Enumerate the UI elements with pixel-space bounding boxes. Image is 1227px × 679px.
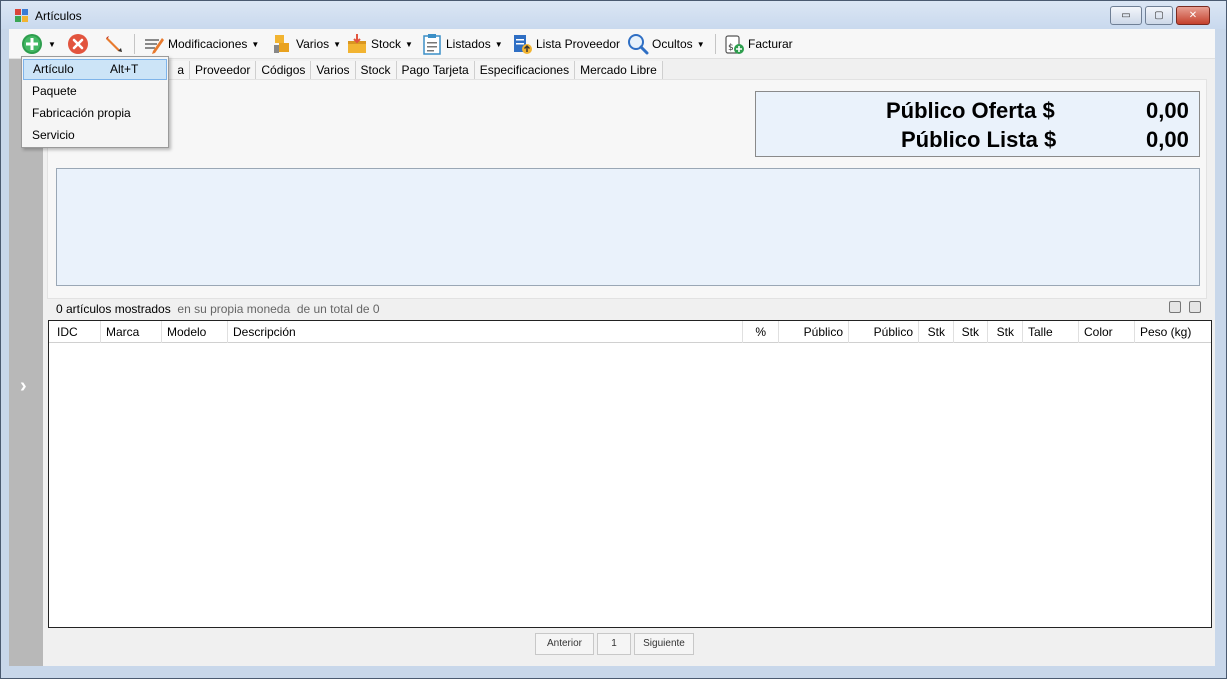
chevron-right-icon[interactable]: › bbox=[20, 375, 27, 398]
ocultos-label: Ocultos bbox=[652, 37, 693, 51]
next-page-button[interactable]: Siguiente bbox=[634, 633, 694, 655]
col-stk-1[interactable]: Stk bbox=[919, 321, 954, 343]
pencil-icon bbox=[106, 36, 122, 52]
total-text: de un total de 0 bbox=[296, 302, 380, 316]
export-icon[interactable] bbox=[1169, 301, 1181, 313]
collapse-side-panel[interactable]: › bbox=[9, 59, 43, 666]
chevron-down-icon: ▼ bbox=[696, 39, 705, 49]
clipboard-icon bbox=[423, 34, 441, 55]
articulos-window: Artículos ▭ ▢ ✕ ▼ Modificaciones ▼ Vario… bbox=[0, 0, 1227, 679]
chevron-down-icon: ▼ bbox=[251, 39, 260, 49]
listados-label: Listados bbox=[446, 37, 491, 51]
col-marca[interactable]: Marca bbox=[101, 321, 162, 343]
window-title: Artículos bbox=[35, 9, 82, 23]
svg-text:$: $ bbox=[728, 43, 734, 53]
toolbar-separator bbox=[715, 34, 716, 54]
document-upload-icon bbox=[514, 35, 532, 54]
menu-item-fabricacion-propia[interactable]: Fabricación propia bbox=[23, 103, 167, 124]
varios-label: Varios bbox=[296, 37, 330, 51]
delete-button[interactable] bbox=[67, 32, 92, 56]
col-idc[interactable]: IDC bbox=[49, 321, 101, 343]
stock-menu[interactable]: Stock ▼ bbox=[346, 32, 413, 56]
menu-item-label: Servicio bbox=[32, 128, 75, 142]
invoice-icon: $ bbox=[725, 35, 744, 54]
articles-count: 0 artículos mostrados en su propia moned… bbox=[56, 302, 380, 316]
col-publico-2[interactable]: Público bbox=[849, 321, 919, 343]
tab-especificaciones[interactable]: Especificaciones bbox=[474, 61, 576, 79]
add-dropdown-menu: Artículo Alt+T Paquete Fabricación propi… bbox=[21, 56, 169, 148]
menu-item-label: Paquete bbox=[32, 84, 77, 98]
col-modelo[interactable]: Modelo bbox=[162, 321, 228, 343]
chevron-down-icon: ▼ bbox=[494, 39, 503, 49]
menu-item-label: Fabricación propia bbox=[32, 106, 131, 120]
print-icon[interactable] bbox=[1189, 301, 1201, 313]
lista-label: Público Lista $ bbox=[901, 127, 1057, 152]
tab-codigos[interactable]: Códigos bbox=[256, 61, 312, 79]
stock-box-icon bbox=[348, 34, 366, 53]
chevron-down-icon: ▼ bbox=[48, 39, 56, 49]
description-panel bbox=[56, 168, 1200, 286]
lista-proveedor-label: Lista Proveedor bbox=[536, 37, 621, 51]
facturar-button[interactable]: $ Facturar bbox=[723, 32, 793, 56]
chevron-down-icon: ▼ bbox=[405, 39, 413, 49]
stock-label: Stock bbox=[371, 37, 402, 51]
listados-menu[interactable]: Listados ▼ bbox=[421, 32, 503, 56]
col-talle[interactable]: Talle bbox=[1023, 321, 1079, 343]
client-area: ▼ Modificaciones ▼ Varios ▼ Stock ▼ List… bbox=[9, 29, 1215, 666]
prev-page-button[interactable]: Anterior bbox=[535, 633, 594, 655]
minimize-button[interactable]: ▭ bbox=[1110, 6, 1142, 25]
maximize-button[interactable]: ▢ bbox=[1145, 6, 1173, 25]
edit-button[interactable] bbox=[103, 32, 128, 56]
col-publico-1[interactable]: Público bbox=[779, 321, 849, 343]
menu-item-paquete[interactable]: Paquete bbox=[23, 81, 167, 102]
varios-menu[interactable]: Varios ▼ bbox=[271, 32, 341, 56]
cancel-icon bbox=[68, 34, 88, 54]
tab-stock[interactable]: Stock bbox=[355, 61, 397, 79]
lista-proveedor-button[interactable]: Lista Proveedor bbox=[511, 32, 620, 56]
col-stk-3[interactable]: Stk bbox=[988, 321, 1023, 343]
tab-varios[interactable]: Varios bbox=[311, 61, 356, 79]
chevron-down-icon: ▼ bbox=[333, 39, 342, 49]
price-summary: Público Oferta $ 0,00 Público Lista $ 0,… bbox=[755, 91, 1200, 157]
oferta-value: 0,00 bbox=[1146, 98, 1189, 123]
articles-table[interactable]: IDC Marca Modelo Descripción % Público P… bbox=[48, 320, 1212, 628]
close-window-button[interactable]: ✕ bbox=[1176, 6, 1210, 25]
oferta-label: Público Oferta $ bbox=[886, 98, 1055, 123]
col-color[interactable]: Color bbox=[1079, 321, 1135, 343]
edit-document-icon bbox=[145, 38, 164, 54]
ocultos-menu[interactable]: Ocultos ▼ bbox=[627, 32, 705, 56]
lista-value: 0,00 bbox=[1146, 127, 1189, 152]
menu-item-articulo[interactable]: Artículo Alt+T bbox=[23, 59, 167, 80]
modificaciones-label: Modificaciones bbox=[168, 37, 248, 51]
title-bar: Artículos ▭ ▢ ✕ bbox=[1, 1, 1226, 29]
modificaciones-menu[interactable]: Modificaciones ▼ bbox=[143, 32, 259, 56]
add-button[interactable]: ▼ bbox=[21, 32, 56, 56]
app-icon bbox=[15, 9, 28, 22]
col-stk-2[interactable]: Stk bbox=[954, 321, 988, 343]
count-text: 0 artículos mostrados bbox=[56, 302, 171, 316]
menu-item-servicio[interactable]: Servicio bbox=[23, 125, 167, 146]
tab-proveedor[interactable]: Proveedor bbox=[190, 61, 257, 79]
moneda-text: en su propia moneda bbox=[177, 302, 291, 316]
table-header: IDC Marca Modelo Descripción % Público P… bbox=[49, 321, 1211, 343]
tab-pago-tarjeta[interactable]: Pago Tarjeta bbox=[396, 61, 475, 79]
facturar-label: Facturar bbox=[748, 37, 793, 51]
col-peso[interactable]: Peso (kg) bbox=[1135, 321, 1211, 343]
menu-item-label: Artículo bbox=[33, 62, 74, 76]
magnifier-icon bbox=[628, 34, 649, 55]
menu-item-shortcut: Alt+T bbox=[110, 62, 139, 76]
add-icon bbox=[22, 34, 42, 54]
page-number[interactable]: 1 bbox=[597, 633, 631, 655]
tab-mercado-libre[interactable]: Mercado Libre bbox=[575, 61, 663, 79]
toolbar: ▼ Modificaciones ▼ Varios ▼ Stock ▼ List… bbox=[9, 29, 1215, 59]
boxes-icon bbox=[274, 35, 289, 53]
col-descripcion[interactable]: Descripción bbox=[228, 321, 743, 343]
toolbar-separator bbox=[134, 34, 135, 54]
col-porcentaje[interactable]: % bbox=[743, 321, 779, 343]
